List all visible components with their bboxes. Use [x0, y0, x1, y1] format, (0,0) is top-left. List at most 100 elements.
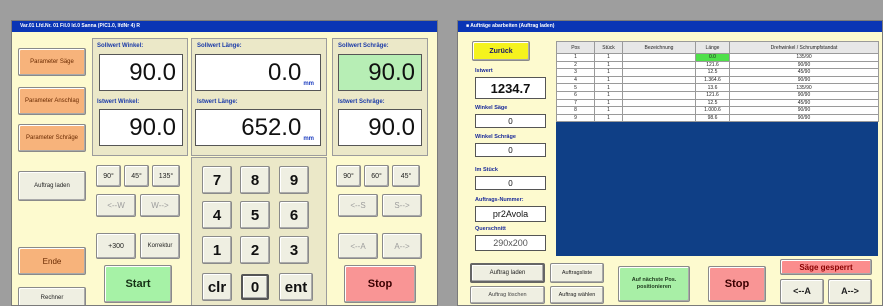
table-row[interactable]: 8 1 1.000.6 90/90 — [556, 106, 879, 115]
table-cell — [622, 53, 696, 62]
table-cell: 1 — [594, 75, 623, 85]
istwert-schraege-label: Istwert Schräge: — [338, 99, 385, 105]
naechste-position-button[interactable]: Auf nächste Pos. positionieren — [618, 266, 690, 302]
anschlag-right-button[interactable]: A--> — [828, 279, 872, 304]
table-header: Länge — [695, 41, 730, 54]
key-3[interactable]: 3 — [279, 236, 309, 264]
ende-button[interactable]: Ende — [18, 247, 86, 275]
auftragsnummer-label: Auftrags-Nummer: — [475, 197, 524, 203]
start-button[interactable]: Start — [104, 265, 172, 303]
parameter-anschlag-button[interactable]: Parameter Anschlag — [18, 87, 86, 115]
anschlag-left-button[interactable]: <--A — [780, 279, 824, 304]
key-2[interactable]: 2 — [240, 236, 270, 264]
key-0[interactable]: 0 — [241, 274, 269, 300]
table-cell: 121.6 — [695, 90, 730, 100]
table-row[interactable]: 4 1 1.364.6 90/90 — [556, 75, 879, 85]
istwert-winkel-field: 90.0 — [99, 109, 183, 146]
key-8[interactable]: 8 — [240, 166, 270, 194]
sollwert-winkel-field[interactable]: 90.0 — [99, 54, 183, 91]
auftragsliste-button[interactable]: Auftragsliste — [550, 263, 604, 283]
sollwert-laenge-field[interactable]: 0.0 mm — [195, 54, 321, 91]
parameter-saege-button[interactable]: Parameter Säge — [18, 48, 86, 76]
table-cell — [622, 83, 696, 92]
key-5[interactable]: 5 — [240, 201, 270, 229]
table-cell: 13.6 — [695, 83, 730, 92]
winkel-left-button[interactable]: <--W — [96, 194, 136, 217]
table-cell — [622, 90, 696, 100]
table-cell: 45/90 — [729, 68, 879, 77]
table-header: Drehwinkel / Schrumpfstandat — [729, 41, 879, 54]
table-row[interactable]: 9 1 98.6 90/90 — [556, 113, 879, 123]
auftrag-loeschen-button[interactable]: Auftrag löschen — [470, 286, 545, 304]
table-cell: 1 — [594, 53, 623, 62]
auftrag-window-title-text: Aufträge abarbeiten (Auftrag laden) — [470, 23, 555, 29]
schraege-right-button[interactable]: S--> — [382, 194, 422, 217]
table-cell — [622, 98, 696, 108]
table-cell: 98.6 — [695, 113, 730, 123]
korrektur-button[interactable]: Korrektur — [140, 233, 180, 259]
im-stueck-field: 0 — [475, 176, 546, 190]
key-clr[interactable]: clr — [202, 273, 232, 301]
schraege-left-button[interactable]: <--S — [338, 194, 378, 217]
anschlag-right-button[interactable]: A--> — [382, 233, 422, 259]
table-cell: 1 — [594, 60, 623, 70]
anschlag-left-button[interactable]: <--A — [338, 233, 378, 259]
schraege-90-button[interactable]: 90° — [336, 165, 361, 187]
table-cell — [622, 75, 696, 85]
rechner-button[interactable]: Rechner — [18, 287, 86, 305]
table-cell — [622, 113, 696, 123]
stop-button[interactable]: Stop — [708, 266, 766, 302]
auftrag-laden-button[interactable]: Auftrag laden — [18, 171, 86, 201]
winkel-135-button[interactable]: 135° — [152, 165, 180, 187]
table-row[interactable]: 2 1 121.6 90/90 — [556, 60, 879, 70]
winkel-45-button[interactable]: 45° — [124, 165, 149, 187]
key-4[interactable]: 4 — [202, 201, 232, 229]
table-cell — [622, 60, 696, 70]
auftrag-window-title: ■ Aufträge abarbeiten (Auftrag laden) — [458, 21, 882, 32]
table-cell: 90/90 — [729, 113, 879, 123]
table-cell: 1 — [594, 106, 623, 115]
laenge-unit: mm — [303, 81, 314, 87]
istwert-field: 1234.7 — [475, 77, 546, 99]
plus-300-button[interactable]: +300 — [96, 233, 136, 259]
sollwert-laenge-label: Sollwert Länge: — [197, 43, 242, 49]
table-row[interactable]: 3 1 12.5 45/90 — [556, 68, 879, 77]
stop-button[interactable]: Stop — [344, 265, 416, 303]
schraege-45-button[interactable]: 45° — [392, 165, 420, 187]
main-control-window: Var.01 Lfd.Nr. 01 Fil.0 Id.0 Sanna (P/C1… — [11, 20, 438, 306]
istwert-schraege-field: 90.0 — [338, 109, 422, 146]
zurueck-button[interactable]: Zurück — [472, 41, 530, 61]
schraege-60-button[interactable]: 60° — [364, 165, 389, 187]
winkel-right-button[interactable]: W--> — [140, 194, 180, 217]
istwert-label: Istwert — [475, 68, 493, 74]
sollwert-schraege-field[interactable]: 90.0 — [338, 54, 422, 91]
winkel-saege-label: Winkel Säge — [475, 105, 508, 111]
parameter-schraege-button[interactable]: Parameter Schräge — [18, 124, 86, 152]
auftrag-window: ■ Aufträge abarbeiten (Auftrag laden) Zu… — [457, 20, 883, 306]
table-row[interactable]: 6 1 121.6 90/90 — [556, 90, 879, 100]
table-header: Stück — [594, 41, 623, 54]
main-window-title: Var.01 Lfd.Nr. 01 Fil.0 Id.0 Sanna (P/C1… — [12, 21, 437, 32]
table-cell: 1 — [594, 90, 623, 100]
table-cell: 90/90 — [729, 90, 879, 100]
key-ent[interactable]: ent — [279, 273, 313, 301]
auftrag-laden-button[interactable]: Auftrag laden — [470, 263, 545, 283]
sollwert-schraege-label: Sollwert Schräge: — [338, 43, 389, 49]
table-cell: 12.5 — [695, 68, 730, 77]
table-row[interactable]: 5 1 13.6 135/90 — [556, 83, 879, 92]
key-6[interactable]: 6 — [279, 201, 309, 229]
istwert-laenge-field: 652.0 mm — [195, 109, 321, 146]
table-row[interactable]: 7 1 12.5 45/90 — [556, 98, 879, 108]
key-7[interactable]: 7 — [202, 166, 232, 194]
table-header: Pos — [556, 41, 595, 54]
auftrag-waehlen-button[interactable]: Auftrag wählen — [550, 286, 604, 304]
winkel-schraege-field: 0 — [475, 143, 546, 157]
table-cell: 1 — [594, 98, 623, 108]
table-cell: 1 — [594, 83, 623, 92]
key-9[interactable]: 9 — [279, 166, 309, 194]
key-1[interactable]: 1 — [202, 236, 232, 264]
table-cell: 6 — [556, 90, 595, 100]
table-row[interactable]: 1 1 0.0 135/90 — [556, 53, 879, 62]
sollwert-laenge-value: 0.0 — [267, 58, 302, 86]
winkel-90-button[interactable]: 90° — [96, 165, 121, 187]
